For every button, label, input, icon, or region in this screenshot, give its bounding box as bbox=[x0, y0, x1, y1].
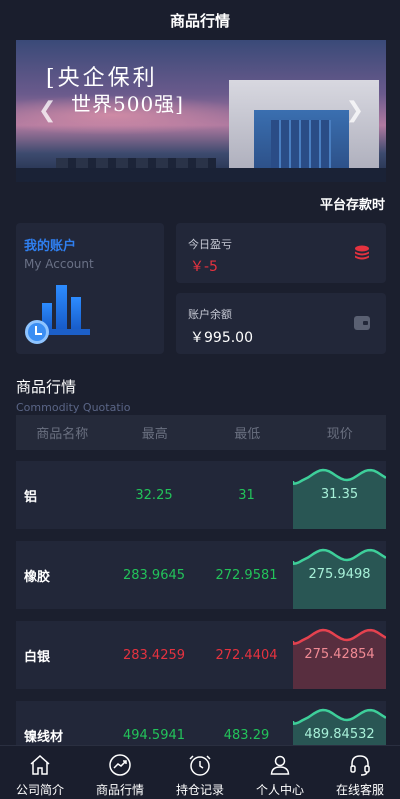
high-price: 283.4259 bbox=[122, 647, 186, 663]
low-price: 31 bbox=[238, 487, 255, 503]
commodity-name: 白银 bbox=[24, 649, 51, 665]
high-price: 32.25 bbox=[135, 487, 173, 503]
low-price: 272.9581 bbox=[215, 567, 278, 583]
low-price: 272.4404 bbox=[215, 647, 278, 663]
high-price: 283.9645 bbox=[122, 567, 186, 583]
chevron-left-icon[interactable]: ❮ bbox=[38, 98, 56, 123]
notice-ticker: 平台存款时 bbox=[0, 192, 400, 212]
wallet-icon bbox=[354, 316, 370, 330]
col-high-header: 最高 bbox=[141, 427, 168, 442]
headset-icon bbox=[350, 755, 370, 776]
tab-support[interactable]: 在线客服 bbox=[320, 746, 400, 799]
commodity-name: 橡胶 bbox=[24, 569, 51, 585]
current-price: 31.35 bbox=[320, 487, 359, 502]
market-row[interactable]: 白银 283.4259 272.4404 275.42854 bbox=[16, 621, 386, 689]
tab-label: 在线客服 bbox=[335, 783, 384, 797]
market-row[interactable]: 橡胶 283.9645 272.9581 275.9498 bbox=[16, 541, 386, 609]
banner-ground bbox=[16, 168, 386, 182]
tab-market[interactable]: 商品行情 bbox=[80, 746, 160, 799]
market-title: 商品行情 bbox=[16, 378, 77, 396]
chevron-right-icon[interactable]: ❯ bbox=[346, 98, 364, 123]
account-subtitle: My Account bbox=[24, 257, 94, 271]
app-page: 商品行情 [央企保利 世界500强] ❮ ❯ 平台存款时 我的账户 My Acc… bbox=[0, 0, 400, 799]
market-table-header: 商品名称 最高 最低 现价 bbox=[16, 415, 386, 450]
pnl-value: ￥-5 bbox=[190, 259, 218, 275]
top-bar: 商品行情 bbox=[0, 0, 400, 40]
page-title: 商品行情 bbox=[169, 11, 230, 30]
balance-label: 账户余额 bbox=[188, 308, 232, 321]
tab-company-intro[interactable]: 公司简介 bbox=[0, 746, 80, 799]
tab-positions[interactable]: 持仓记录 bbox=[160, 746, 240, 799]
home-icon bbox=[30, 754, 50, 775]
market-subtitle: Commodity Quotatio bbox=[16, 401, 131, 414]
ticker-text: 平台存款时 bbox=[320, 198, 386, 212]
tab-label: 商品行情 bbox=[95, 783, 144, 797]
banner-slogan-line2: 世界500强] bbox=[71, 92, 184, 116]
account-title: 我的账户 bbox=[24, 239, 77, 254]
current-price: 275.42854 bbox=[304, 647, 375, 662]
current-price-cell: 275.9498 bbox=[293, 541, 386, 609]
balance-card[interactable]: 账户余额 ￥995.00 bbox=[176, 293, 386, 354]
col-current-header: 现价 bbox=[326, 427, 353, 442]
trend-chart-icon bbox=[109, 754, 131, 776]
commodity-name: 镍线材 bbox=[24, 729, 64, 745]
col-name-header: 商品名称 bbox=[36, 427, 89, 442]
clock-icon bbox=[189, 755, 211, 776]
tab-label: 持仓记录 bbox=[175, 783, 224, 797]
market-row[interactable]: 铝 32.25 31 31.35 bbox=[16, 461, 386, 529]
tab-label: 公司简介 bbox=[15, 783, 64, 797]
commodity-name: 铝 bbox=[24, 489, 38, 505]
current-price-cell: 275.42854 bbox=[293, 621, 386, 689]
today-pnl-card[interactable]: 今日盈亏 ￥-5 bbox=[176, 223, 386, 283]
tab-label: 个人中心 bbox=[255, 783, 304, 797]
pnl-label: 今日盈亏 bbox=[188, 238, 232, 251]
bottom-tab-bar: 公司简介 商品行情 持仓记录 个人中心 在线客服 bbox=[0, 745, 400, 799]
low-price: 483.29 bbox=[223, 727, 270, 743]
current-price-cell: 31.35 bbox=[293, 461, 386, 529]
col-low-header: 最低 bbox=[234, 427, 261, 442]
current-price: 275.9498 bbox=[308, 567, 371, 582]
tab-profile[interactable]: 个人中心 bbox=[240, 746, 320, 799]
current-price: 489.84532 bbox=[304, 727, 375, 742]
promo-banner[interactable]: [央企保利 世界500强] ❮ ❯ bbox=[16, 40, 386, 182]
user-icon bbox=[270, 755, 290, 775]
coin-stack-icon bbox=[355, 245, 369, 260]
balance-value: ￥995.00 bbox=[190, 330, 253, 346]
high-price: 494.5941 bbox=[122, 727, 186, 743]
my-account-card[interactable]: 我的账户 My Account bbox=[16, 223, 164, 354]
